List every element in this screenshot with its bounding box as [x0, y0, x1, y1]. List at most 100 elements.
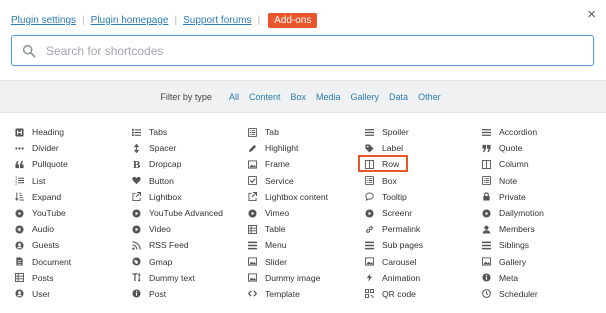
shortcode-item-user[interactable]: User	[12, 286, 129, 302]
shortcode-item-column[interactable]: Column	[479, 156, 596, 172]
columns-icon	[365, 159, 374, 169]
shortcode-item-qr-code[interactable]: QR code	[362, 286, 479, 302]
code-icon	[247, 289, 258, 298]
pencil-icon	[248, 144, 257, 153]
shortcode-item-members[interactable]: Members	[479, 221, 596, 237]
shortcode-label: Service	[265, 175, 294, 186]
picture-icon	[248, 160, 257, 169]
shortcode-item-post[interactable]: Post	[129, 286, 245, 302]
shortcode-item-accordion[interactable]: Accordion	[479, 124, 596, 140]
shortcode-item-permalink[interactable]: Permalink	[362, 221, 479, 237]
shortcode-item-document[interactable]: Document	[12, 254, 129, 270]
shortcode-item-youtube[interactable]: YouTube	[12, 205, 129, 221]
shortcode-item-template[interactable]: Template	[245, 286, 362, 302]
shortcode-item-guests[interactable]: Guests	[12, 237, 129, 253]
shortcode-item-video[interactable]: Video	[129, 221, 245, 237]
shortcode-item-sub-pages[interactable]: Sub pages	[362, 237, 479, 253]
quote-left-icon	[15, 160, 24, 169]
shortcode-item-list[interactable]: 1 2 List	[12, 173, 129, 189]
shortcode-label: Siblings	[499, 240, 530, 251]
shortcode-item-label[interactable]: Label	[362, 140, 479, 156]
shortcode-item-dropcap[interactable]: B Dropcap	[129, 156, 245, 172]
shortcode-item-quote[interactable]: Quote	[479, 140, 596, 156]
shortcode-label: Document	[32, 256, 72, 267]
shortcode-label: Row	[382, 159, 400, 170]
filter-other[interactable]: Other	[418, 92, 441, 102]
shortcode-label: Vimeo	[265, 208, 290, 219]
filter-box[interactable]: Box	[291, 92, 307, 102]
ellipsis-icon	[15, 144, 24, 153]
shortcode-item-rss-feed[interactable]: RSS Feed	[129, 237, 245, 253]
shortcode-item-expand[interactable]: Expand	[12, 189, 129, 205]
top-links-bar: Plugin settings | Plugin homepage | Supp…	[11, 12, 318, 28]
shortcode-item-youtube-advanced[interactable]: YouTube Advanced	[129, 205, 245, 221]
shortcode-item-heading[interactable]: Heading	[12, 124, 129, 140]
shortcode-item-spacer[interactable]: Spacer	[129, 140, 245, 156]
tag-icon	[365, 144, 374, 153]
shortcode-item-gallery[interactable]: Gallery	[479, 254, 596, 270]
shortcode-item-lightbox[interactable]: Lightbox	[129, 189, 245, 205]
shortcode-item-divider[interactable]: Divider	[12, 140, 129, 156]
search-box[interactable]	[11, 35, 594, 66]
shortcode-label: Dropcap	[149, 159, 182, 170]
shortcode-label: Label	[382, 143, 404, 154]
filter-gallery[interactable]: Gallery	[351, 92, 380, 102]
shortcode-item-dummy-image[interactable]: Dummy image	[245, 270, 362, 286]
shortcode-label: User	[32, 288, 51, 299]
shortcode-item-dummy-text[interactable]: Dummy text	[129, 270, 245, 286]
shortcode-item-highlight[interactable]: Highlight	[245, 140, 362, 156]
shortcode-label: Expand	[32, 191, 62, 202]
shortcode-item-frame[interactable]: Frame	[245, 156, 362, 172]
shortcode-item-vimeo[interactable]: Vimeo	[245, 205, 362, 221]
rss-icon	[132, 241, 141, 250]
plugin-homepage-link[interactable]: Plugin homepage	[91, 15, 169, 26]
support-forums-link[interactable]: Support forums	[183, 15, 251, 26]
shortcode-item-table[interactable]: Table	[245, 221, 362, 237]
shortcode-item-slider[interactable]: Slider	[245, 254, 362, 270]
filter-data[interactable]: Data	[389, 92, 408, 102]
shortcode-label: Column	[499, 159, 529, 170]
plugin-settings-link[interactable]: Plugin settings	[11, 15, 76, 26]
filter-media[interactable]: Media	[316, 92, 341, 102]
shortcode-item-tab[interactable]: Tab	[245, 124, 362, 140]
shortcode-label: Guests	[32, 240, 60, 251]
shortcode-label: Tabs	[149, 127, 168, 138]
shortcode-label: Button	[149, 175, 174, 186]
close-icon[interactable]: ×	[587, 7, 596, 22]
shortcode-item-button[interactable]: Button	[129, 173, 245, 189]
shortcode-item-menu[interactable]: Menu	[245, 237, 362, 253]
shortcode-label: Spacer	[149, 143, 177, 154]
shortcode-item-note[interactable]: Note	[479, 173, 596, 189]
bolt-icon	[365, 273, 374, 282]
shortcode-item-pullquote[interactable]: Pullquote	[12, 156, 129, 172]
info-icon	[482, 273, 491, 282]
shortcode-item-dailymotion[interactable]: Dailymotion	[479, 205, 596, 221]
shortcode-item-gmap[interactable]: Gmap	[129, 254, 245, 270]
shortcode-item-spoiler[interactable]: Spoiler	[362, 124, 479, 140]
filter-content[interactable]: Content	[249, 92, 281, 102]
shortcode-item-posts[interactable]: Posts	[12, 270, 129, 286]
svg-text:B: B	[133, 161, 141, 169]
shortcode-item-box[interactable]: Box	[362, 173, 479, 189]
filter-all[interactable]: All	[229, 92, 239, 102]
shortcode-item-tabs[interactable]: Tabs	[129, 124, 245, 140]
shortcode-item-tooltip[interactable]: Tooltip	[362, 189, 479, 205]
shortcode-label: Lightbox content	[265, 191, 329, 202]
shortcode-item-scheduler[interactable]: Scheduler	[479, 286, 596, 302]
shortcode-item-lightbox-content[interactable]: Lightbox content	[245, 189, 362, 205]
lock-icon	[482, 192, 491, 201]
shortcode-item-audio[interactable]: Audio	[12, 221, 129, 237]
shortcode-item-service[interactable]: Service	[245, 173, 362, 189]
shortcode-item-screenr[interactable]: Screenr	[362, 205, 479, 221]
search-input[interactable]	[44, 42, 593, 59]
shortcode-item-animation[interactable]: Animation	[362, 270, 479, 286]
shortcode-item-private[interactable]: Private	[479, 189, 596, 205]
shortcode-label: Lightbox	[149, 191, 182, 202]
shortcode-label: Gmap	[149, 256, 173, 267]
shortcode-label: Tab	[265, 127, 279, 138]
shortcode-item-carousel[interactable]: Carousel	[362, 254, 479, 270]
shortcode-item-siblings[interactable]: Siblings	[479, 237, 596, 253]
shortcode-item-row[interactable]: Row	[358, 155, 479, 173]
shortcode-item-meta[interactable]: Meta	[479, 270, 596, 286]
add-ons-button[interactable]: Add-ons	[268, 12, 318, 28]
